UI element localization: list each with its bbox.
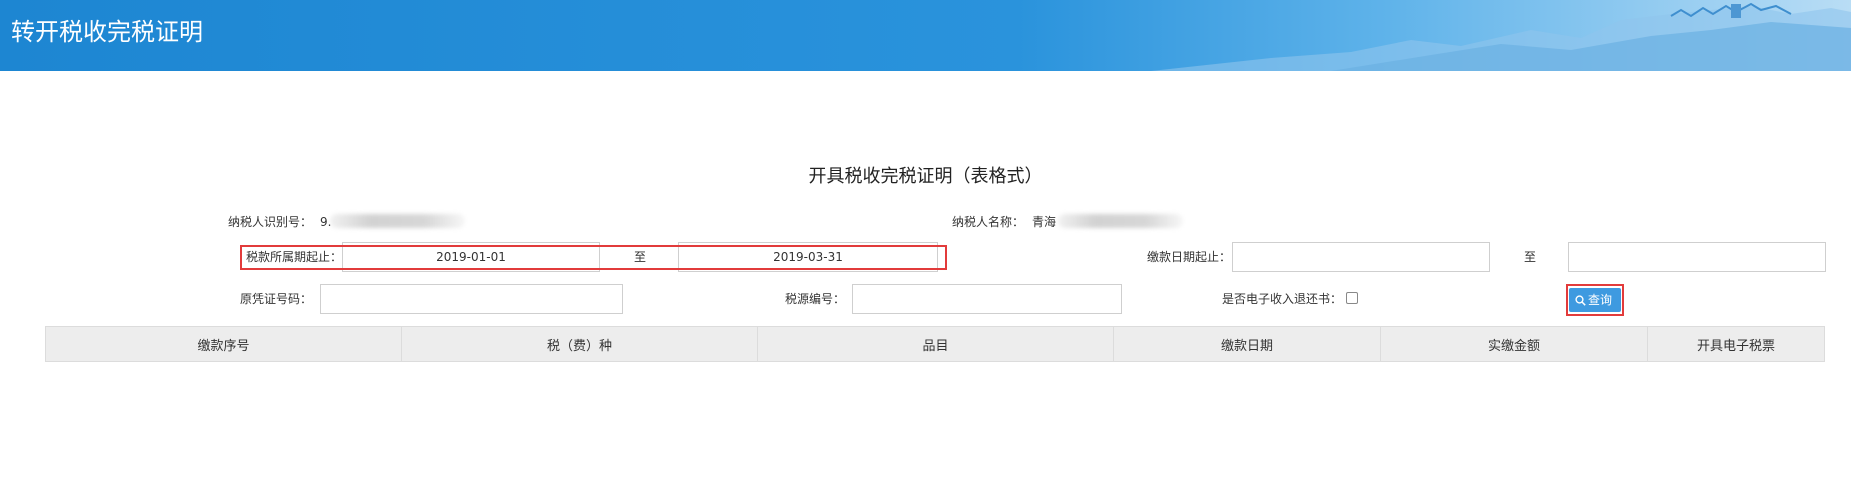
- column-header-payment-date: 缴款日期: [1114, 327, 1381, 361]
- payment-date-start-input[interactable]: [1232, 242, 1490, 272]
- taxpayer-name-label: 纳税人名称：: [952, 215, 1025, 229]
- taxpayer-id-label: 纳税人识别号：: [228, 215, 313, 229]
- tax-period-highlight: [240, 245, 947, 270]
- result-table-header: 缴款序号 税（费）种 品目 缴款日期 实缴金额 开具电子税票: [45, 326, 1825, 362]
- great-wall-decoration-icon: [1151, 2, 1851, 71]
- column-header-item: 品目: [758, 327, 1114, 361]
- query-button-label: 查询: [1588, 293, 1613, 307]
- payment-date-end-input[interactable]: [1568, 242, 1826, 272]
- column-header-issue-e-ticket: 开具电子税票: [1696, 338, 1775, 354]
- e-refund-label: 是否电子收入退还书：: [1222, 292, 1343, 306]
- original-voucher-label: 原凭证号码：: [240, 292, 313, 306]
- original-voucher-input[interactable]: [320, 284, 623, 314]
- column-header-payment-seq: 缴款序号: [46, 327, 402, 361]
- e-refund-checkbox[interactable]: [1346, 292, 1358, 304]
- query-button[interactable]: 查询: [1569, 288, 1621, 312]
- tax-source-input[interactable]: [852, 284, 1122, 314]
- search-icon: [1575, 295, 1586, 306]
- payment-date-to-label: 至: [1524, 250, 1537, 264]
- tax-source-label: 税源编号：: [785, 292, 846, 306]
- column-header-actual-amount: 实缴金额: [1381, 327, 1648, 361]
- payment-date-label: 缴款日期起止：: [1147, 250, 1232, 264]
- taxpayer-name-value: 青海: [1032, 215, 1057, 229]
- redacted-taxpayer-name: [1058, 214, 1183, 228]
- section-title: 开具税收完税证明（表格式）: [808, 166, 1043, 187]
- page-header: 转开税收完税证明: [0, 0, 1851, 71]
- redacted-taxpayer-id: [330, 214, 465, 228]
- page-title: 转开税收完税证明: [11, 18, 203, 46]
- column-header-tax-type: 税（费）种: [402, 327, 758, 361]
